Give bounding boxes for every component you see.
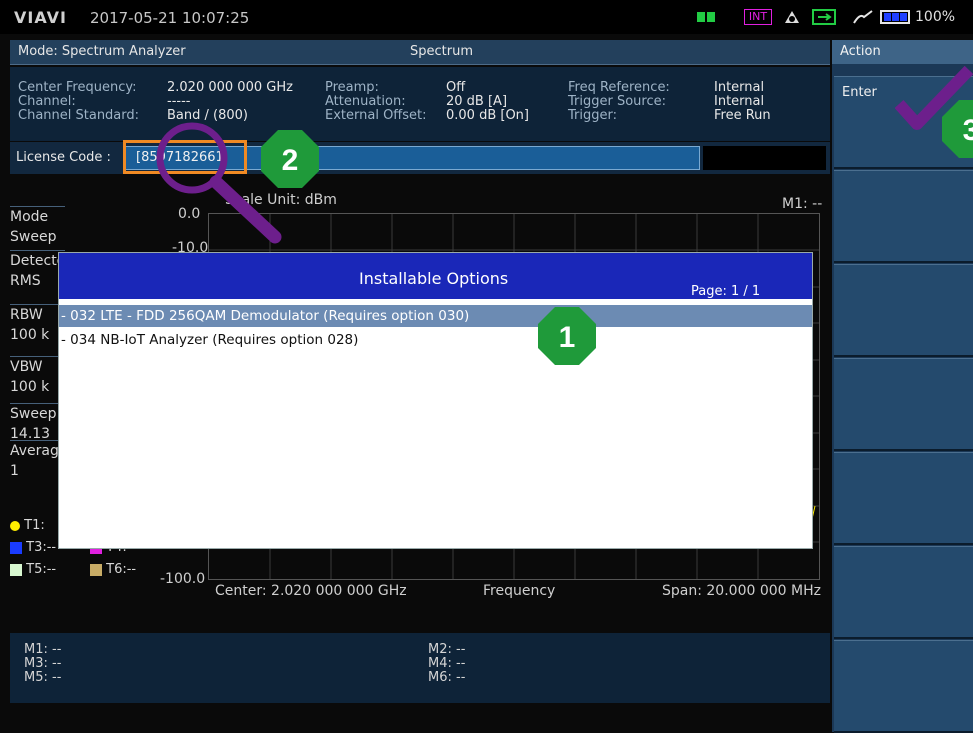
view-label: Spectrum: [410, 44, 473, 59]
status-bar: VIAVI 2017-05-21 10:07:25 INT 100%: [0, 0, 973, 34]
marker-table: M1: -- M3: -- M5: -- M2: -- M4: -- M6: -…: [10, 633, 830, 703]
external-offset-value: 0.00 dB [On]: [446, 108, 529, 123]
marker-m5: M5: --: [24, 670, 62, 685]
svg-text:1: 1: [559, 321, 576, 354]
frequency-axis-label: Frequency: [483, 583, 556, 599]
svg-text:3: 3: [963, 114, 973, 147]
detector-setting[interactable]: Detector RMS: [10, 250, 72, 291]
trigger-label: Trigger:: [568, 108, 617, 123]
marker-m6: M6: --: [428, 670, 466, 685]
softkey-7[interactable]: [834, 640, 973, 733]
y-tick-bottom: -100.0: [160, 571, 206, 587]
network-icon: [697, 12, 715, 22]
average-setting-label: Average: [10, 443, 68, 459]
trigger-source-label: Trigger Source:: [568, 94, 666, 109]
trace-3[interactable]: T3:--: [10, 540, 56, 555]
date-time: 2017-05-21 10:07:25: [90, 9, 250, 27]
average-setting[interactable]: Average 1: [10, 440, 68, 481]
vbw-setting-label: VBW: [10, 359, 43, 375]
center-frequency-value: 2.020 000 000 GHz: [167, 80, 293, 95]
rbw-setting[interactable]: RBW 100 k: [10, 304, 65, 345]
softkey-3[interactable]: [834, 264, 973, 357]
installable-options-dialog: Installable Options Page: 1 / 1 - 032 LT…: [58, 252, 813, 549]
svg-text:2: 2: [282, 144, 299, 177]
callout-2-badge: 2: [261, 130, 319, 188]
option-item[interactable]: - 032 LTE - FDD 256QAM Demodulator (Requ…: [59, 305, 812, 327]
attenuation-label: Attenuation:: [325, 94, 406, 109]
detector-setting-label: Detector: [10, 253, 72, 269]
trigger-value: Free Run: [714, 108, 771, 123]
license-code-label: License Code :: [16, 150, 111, 165]
softkey-4[interactable]: [834, 358, 973, 451]
usb-icon: [812, 9, 836, 25]
enter-softkey-label: Enter: [842, 85, 877, 100]
trace-1-swatch: [10, 520, 20, 531]
dialog-header: Installable Options Page: 1 / 1: [59, 253, 812, 299]
rbw-setting-label: RBW: [10, 307, 43, 323]
mode-setting-label: Mode: [10, 209, 49, 225]
rbw-setting-value: 100 k: [10, 327, 50, 343]
softkey-5[interactable]: [834, 452, 973, 545]
average-setting-value: 1: [10, 463, 19, 479]
callout-3-badge: 3: [942, 100, 973, 158]
trace-5-swatch: [10, 563, 22, 576]
sweep-setting[interactable]: Sweep 14.13: [10, 403, 65, 444]
trace-6[interactable]: T6:--: [90, 562, 136, 577]
trace-5-label: T5:--: [26, 562, 57, 577]
center-frequency-axis: Center: 2.020 000 000 GHz: [215, 583, 407, 599]
preamp-label: Preamp:: [325, 80, 379, 95]
trace-6-label: T6:--: [106, 562, 137, 577]
int-ref-badge: INT: [744, 9, 772, 25]
dialog-title: Installable Options: [359, 269, 509, 288]
center-frequency-label: Center Frequency:: [18, 80, 137, 95]
mode-setting-value: Sweep: [10, 229, 57, 245]
trace-3-label: T3:--: [26, 540, 57, 555]
trace-5[interactable]: T5:--: [10, 562, 56, 577]
marker-m3: M3: --: [24, 656, 62, 671]
marker-1-readout: M1: --: [782, 196, 823, 212]
mode-label: Mode: Spectrum Analyzer: [18, 44, 186, 59]
preamp-value: Off: [446, 80, 466, 95]
trace-3-swatch: [10, 541, 22, 554]
external-offset-label: External Offset:: [325, 108, 427, 123]
marker-m1: M1: --: [24, 642, 62, 657]
vbw-setting[interactable]: VBW 100 k: [10, 356, 65, 397]
trace-1-label: T1:: [24, 518, 45, 533]
battery-icon: [880, 10, 910, 24]
trigger-source-value: Internal: [714, 94, 765, 109]
trace-1[interactable]: T1:: [10, 518, 45, 533]
channel-value: -----: [167, 94, 191, 109]
parameter-panel: Center Frequency: Channel: Channel Stand…: [10, 67, 830, 141]
attenuation-value: 20 dB [A]: [446, 94, 508, 109]
channel-standard-label: Channel Standard:: [18, 108, 140, 123]
softkey-2[interactable]: [834, 170, 973, 263]
callout-1-badge: 1: [538, 307, 596, 365]
mode-setting[interactable]: Mode Sweep: [10, 206, 65, 247]
sweep-setting-label: Sweep: [10, 406, 57, 422]
option-item[interactable]: - 034 NB-IoT Analyzer (Requires option 0…: [59, 329, 812, 351]
license-status-box: [703, 146, 826, 170]
detector-setting-value: RMS: [10, 273, 41, 289]
softkey-6[interactable]: [834, 546, 973, 639]
power-plug-icon: [853, 10, 873, 24]
dialog-page-indicator: Page: 1 / 1: [691, 284, 761, 299]
channel-label: Channel:: [18, 94, 76, 109]
mode-header: Mode: Spectrum Analyzer Spectrum: [10, 40, 830, 65]
action-panel-title: Action: [832, 40, 973, 64]
battery-level: 100%: [915, 9, 956, 25]
marker-m2: M2: --: [428, 642, 466, 657]
vbw-setting-value: 100 k: [10, 379, 50, 395]
span-axis: Span: 20.000 000 MHz: [662, 583, 821, 599]
freq-reference-value: Internal: [714, 80, 765, 95]
marker-m4: M4: --: [428, 656, 466, 671]
freq-reference-label: Freq Reference:: [568, 80, 670, 95]
trace-6-swatch: [90, 563, 102, 576]
gps-icon: [785, 11, 799, 23]
brand-logo: VIAVI: [14, 8, 67, 27]
